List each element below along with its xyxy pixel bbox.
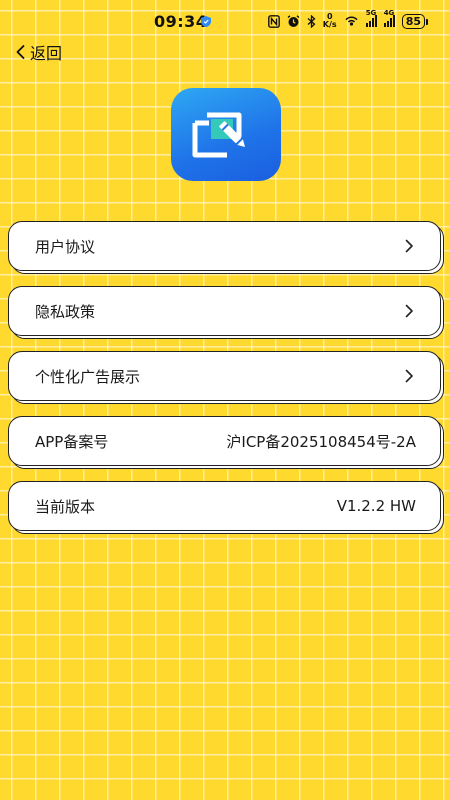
menu-item-privacy-policy[interactable]: 隐私政策 [8, 286, 444, 339]
status-icons: 0 K/s 5G 4G 85 [267, 9, 429, 30]
chevron-left-icon [16, 45, 25, 59]
net-speed-unit: K/s [322, 20, 337, 29]
menu-item-current-version: 当前版本 V1.2.2 HW [8, 481, 444, 534]
app-logo [171, 88, 281, 181]
battery-icon: 85 [401, 13, 429, 29]
back-button[interactable]: 返回 [14, 40, 62, 64]
signal-4g-label: 4G [383, 9, 395, 17]
menu-item-label: 个性化广告展示 [35, 367, 141, 386]
settings-menu: 用户协议 隐私政策 个性化广告展示 APP备案号 沪ICP备2025108454… [8, 221, 444, 546]
signal-4g-icon: 4G [383, 9, 395, 27]
alarm-icon [287, 14, 300, 27]
battery-level: 85 [405, 14, 421, 28]
menu-item-user-agreement[interactable]: 用户协议 [8, 221, 444, 274]
shield-icon [201, 16, 211, 27]
edit-document-icon [192, 112, 246, 157]
back-label: 返回 [30, 44, 63, 63]
app-filing-number-value: 沪ICP备2025108454号-2A [226, 432, 416, 451]
hotspot-icon [345, 16, 358, 26]
signal-5g-label: 5G [365, 9, 377, 17]
chevron-right-icon [405, 369, 413, 383]
menu-item-label: 当前版本 [35, 497, 96, 516]
signal-5g-icon: 5G [365, 9, 377, 27]
status-bar: 09:34 0 K/s 5G 4G 85 [0, 0, 450, 40]
bluetooth-icon [307, 14, 316, 28]
menu-item-personalized-ads[interactable]: 个性化广告展示 [8, 351, 444, 404]
menu-item-app-filing-number: APP备案号 沪ICP备2025108454号-2A [8, 416, 444, 469]
chevron-right-icon [405, 239, 413, 253]
version-value: V1.2.2 HW [336, 497, 416, 515]
chevron-right-icon [405, 304, 413, 318]
menu-item-label: 用户协议 [35, 237, 96, 256]
menu-item-label: APP备案号 [35, 432, 109, 451]
status-time: 09:34 [154, 12, 208, 31]
network-speed-icon: 0 K/s [323, 13, 337, 29]
nfc-icon [267, 14, 280, 28]
menu-item-label: 隐私政策 [35, 302, 96, 321]
